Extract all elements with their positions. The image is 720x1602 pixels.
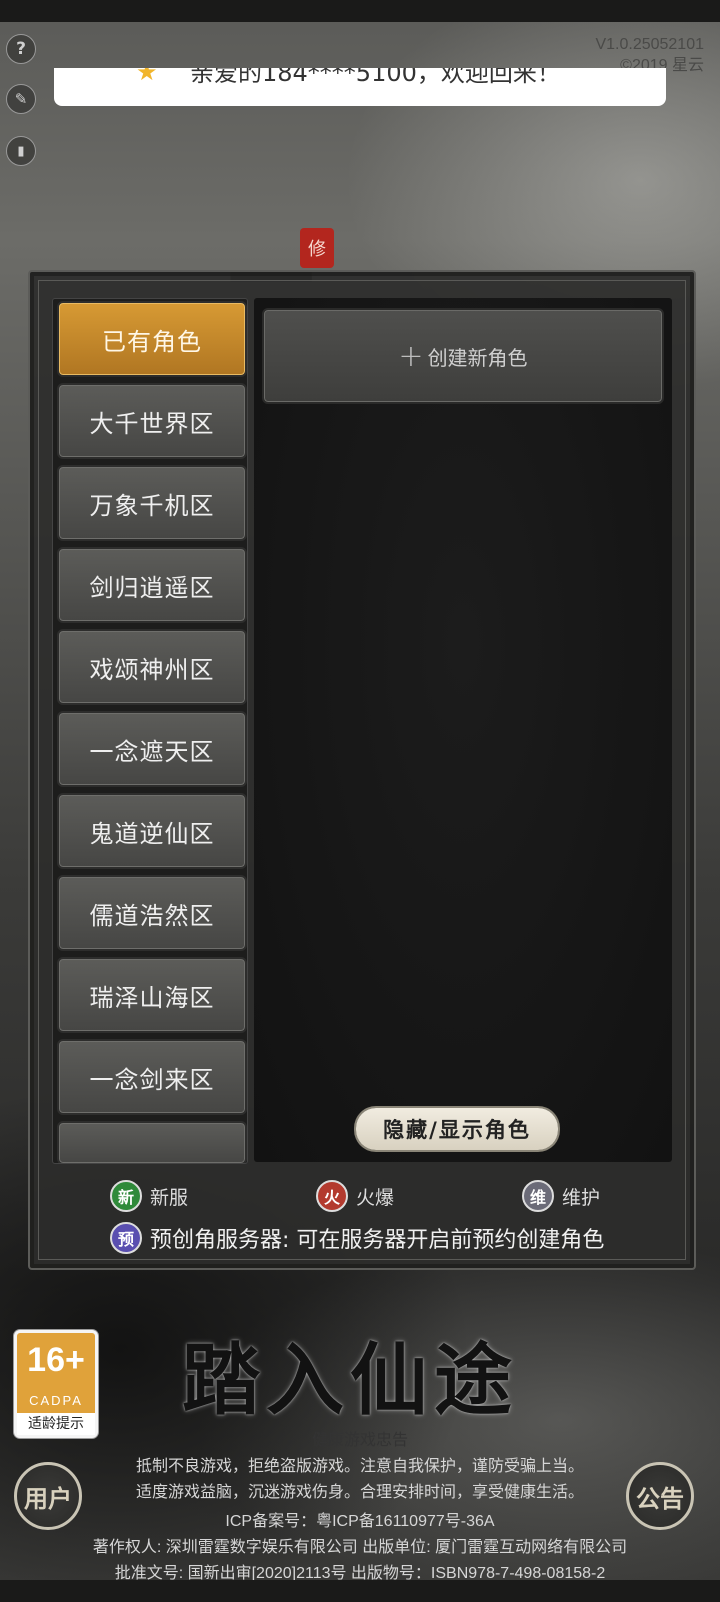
server-tab[interactable]: 万象千机区 — [57, 465, 247, 541]
create-role-button[interactable]: + 创建新角色 — [262, 308, 664, 404]
health-title: 健康游戏忠告 — [311, 1432, 408, 1449]
new-server-icon: 新 — [110, 1180, 142, 1212]
welcome-text: 亲爱的184****5100，欢迎回来！ — [190, 68, 561, 87]
enter-game-button[interactable]: 踏入仙途 — [182, 1318, 518, 1430]
legend-new: 新 新服 — [110, 1180, 188, 1212]
star-icon: ★ — [136, 68, 158, 86]
nav-bar — [0, 1580, 720, 1602]
server-list[interactable]: 已有角色 大千世界区 万象千机区 剑归逍遥区 戏颂神州区 一念遮天区 鬼道逆仙区… — [52, 298, 248, 1164]
age-number: 16+ — [27, 1341, 85, 1379]
settings-icon[interactable]: ✎ — [6, 84, 36, 114]
age-rating-badge[interactable]: 16+ CADPA 适龄提示 — [14, 1330, 98, 1438]
server-tab[interactable]: 戏颂神州区 — [57, 629, 247, 705]
icp-link[interactable]: ICP备案号：粤ICP备16110977号-36A — [0, 1507, 720, 1531]
server-tab-partial[interactable] — [57, 1121, 247, 1163]
pre-create-icon: 预 — [110, 1222, 142, 1254]
version-label: V1.0.25052101 — [595, 36, 704, 53]
pre-create-note: 预 预创角服务器: 可在服务器开启前预约创建角色 — [110, 1222, 604, 1254]
server-tab[interactable]: 一念剑来区 — [57, 1039, 247, 1115]
legend-maintenance: 维 维护 — [522, 1180, 600, 1212]
title-seal: 修 — [300, 228, 334, 268]
age-org: CADPA — [29, 1393, 83, 1408]
legend-label: 火爆 — [356, 1186, 395, 1209]
maintenance-server-icon: 维 — [522, 1180, 554, 1212]
server-tab[interactable]: 剑归逍遥区 — [57, 547, 247, 623]
server-tab[interactable]: 儒道浩然区 — [57, 875, 247, 951]
signal-icon[interactable]: ▮ — [6, 136, 36, 166]
status-bar — [0, 0, 720, 22]
toggle-roles-button[interactable]: 隐藏/显示角色 — [356, 1108, 558, 1150]
legend-label: 新服 — [150, 1186, 189, 1209]
create-role-label: 创建新角色 — [427, 345, 528, 370]
legend-hot: 火 火爆 — [316, 1180, 394, 1212]
health-line-2: 适度游戏益脑，沉迷游戏伤身。合理安排时间，享受健康生活。 — [135, 1484, 584, 1501]
plus-icon: + — [398, 338, 424, 374]
server-tab[interactable]: 一念遮天区 — [57, 711, 247, 787]
hot-server-icon: 火 — [316, 1180, 348, 1212]
legend-label: 维护 — [562, 1186, 601, 1209]
server-tab[interactable]: 鬼道逆仙区 — [57, 793, 247, 869]
copyright-owner: 著作权人: 深圳雷霆数字娱乐有限公司 出版单位: 厦门雷霆互动网络有限公司 — [92, 1539, 628, 1556]
server-tab[interactable]: 瑞泽山海区 — [57, 957, 247, 1033]
server-tab-existing-roles[interactable]: 已有角色 — [57, 301, 247, 377]
help-icon[interactable]: ? — [6, 34, 36, 64]
pre-create-text: 预创角服务器: 可在服务器开启前预约创建角色 — [150, 1228, 605, 1253]
health-line-1: 抵制不良游戏，拒绝盗版游戏。注意自我保护，谨防受骗上当。 — [135, 1458, 584, 1475]
role-list-area — [254, 298, 672, 1162]
server-tab[interactable]: 大千世界区 — [57, 383, 247, 459]
welcome-toast: ★ 亲爱的184****5100，欢迎回来！ — [54, 68, 666, 106]
